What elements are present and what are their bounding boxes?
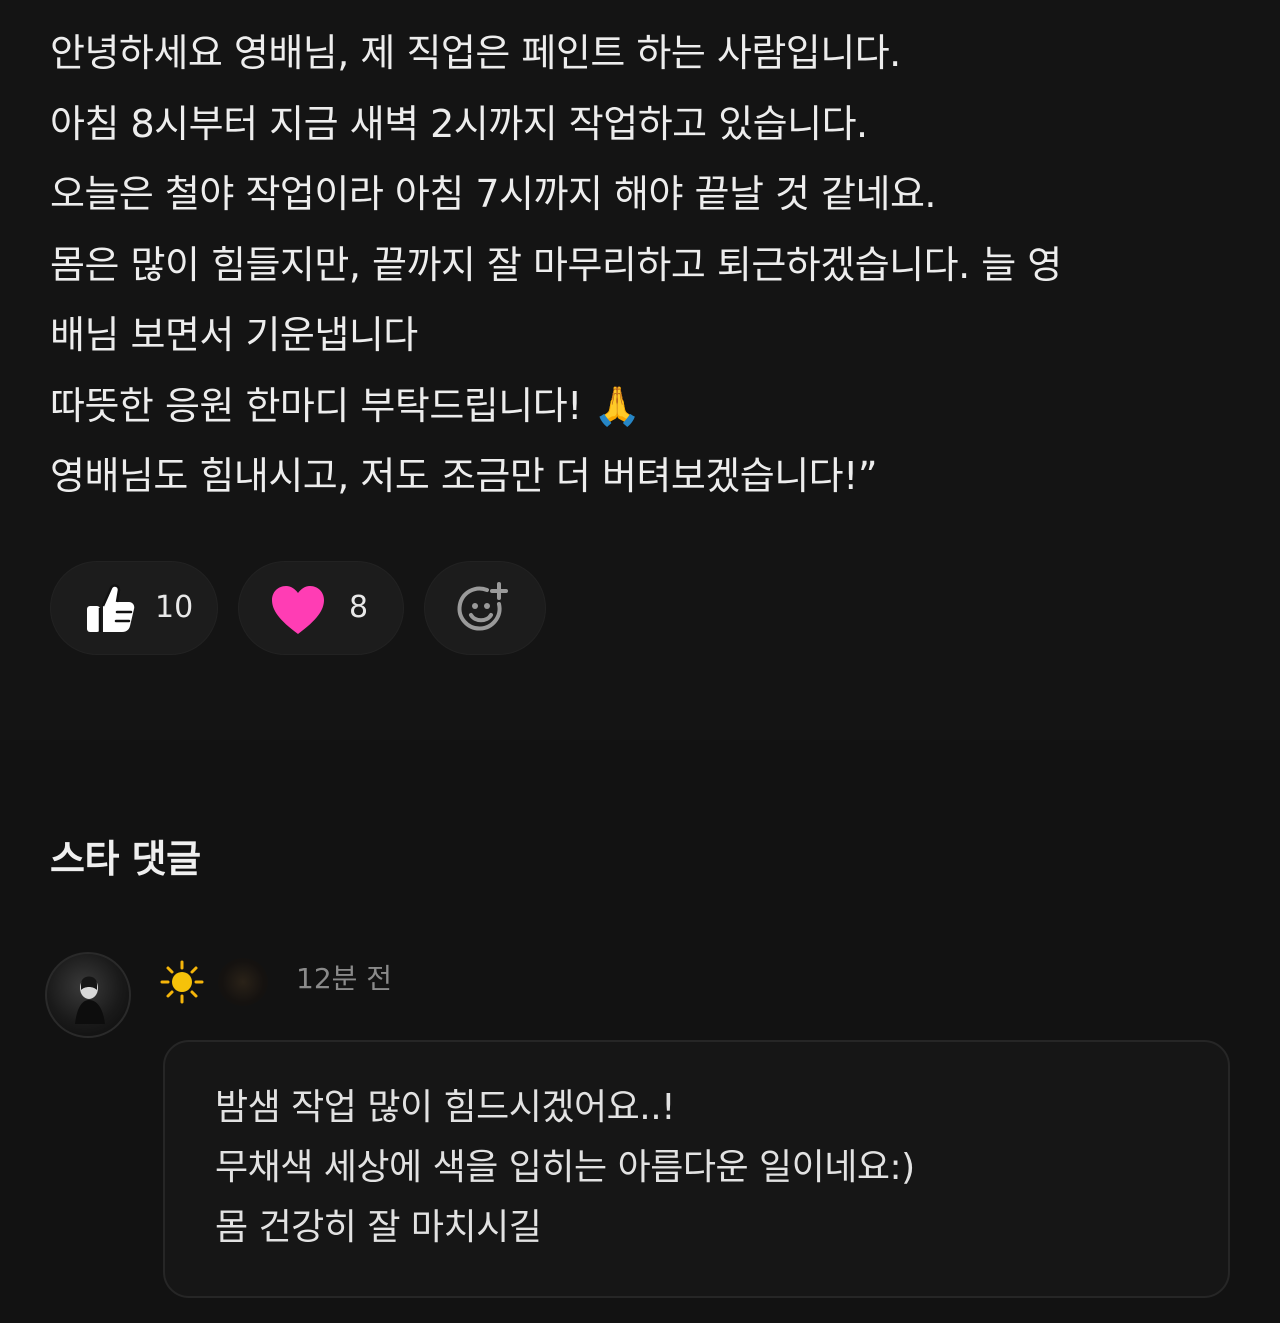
post-section: 안녕하세요 영배님, 제 직업은 페인트 하는 사람입니다. 아침 8시부터 지…: [0, 0, 1280, 740]
add-reaction-icon: [457, 582, 508, 631]
like-count: 10: [155, 590, 194, 625]
heart-icon: [272, 586, 324, 634]
post-line: 안녕하세요 영배님, 제 직업은 페인트 하는 사람입니다.: [50, 31, 901, 75]
comment-body: 밤샘 작업 많이 힘드시겠어요..! 무채색 세상에 색을 입히는 아름다운 일…: [215, 1078, 915, 1258]
post-line: 따뜻한 응원 한마디 부탁드립니다! 🙏: [50, 383, 641, 428]
heart-count: 8: [349, 590, 369, 625]
post-line: 아침 8시부터 지금 새벽 2시까지 작업하고 있습니다.: [50, 101, 868, 146]
comments-title: 스타 댓글: [50, 837, 201, 881]
post-line: 오늘은 철야 작업이라 아침 7시까지 해야 끝날 것 같네요.: [50, 172, 937, 216]
heart-reaction-button[interactable]: 8: [238, 561, 404, 655]
post-line: 몸은 많이 힘들지만, 끝까지 잘 마무리하고 퇴근하겠습니다. 늘 영: [50, 242, 1062, 287]
comment-line: 몸 건강히 잘 마치시길: [215, 1207, 542, 1248]
thumbs-up-icon: [87, 584, 135, 632]
avatar-image: [75, 976, 105, 1024]
post-line: 영배님도 힘내시고, 저도 조금만 더 버텨보겠습니다!”: [50, 454, 878, 498]
add-reaction-button[interactable]: [424, 561, 546, 655]
sun-icon: [160, 960, 204, 1004]
avatar[interactable]: [45, 952, 131, 1038]
comment-line: 밤샘 작업 많이 힘드시겠어요..!: [215, 1087, 676, 1128]
comment-timestamp: 12분 전: [296, 962, 393, 995]
comment-line: 무채색 세상에 색을 입히는 아름다운 일이네요:): [215, 1147, 915, 1188]
comments-section: 스타 댓글 12분 전 밤샘 작업 많이 힘드시겠어요..! 무채색 세상에 색…: [0, 740, 1280, 1323]
redacted-username: [218, 958, 268, 1006]
comment-bubble: 밤샘 작업 많이 힘드시겠어요..! 무채색 세상에 색을 입히는 아름다운 일…: [163, 1040, 1230, 1298]
post-body: 안녕하세요 영배님, 제 직업은 페인트 하는 사람입니다. 아침 8시부터 지…: [50, 18, 1240, 512]
post-line: 배님 보면서 기운냅니다: [50, 313, 418, 357]
like-reaction-button[interactable]: 10: [50, 561, 218, 655]
